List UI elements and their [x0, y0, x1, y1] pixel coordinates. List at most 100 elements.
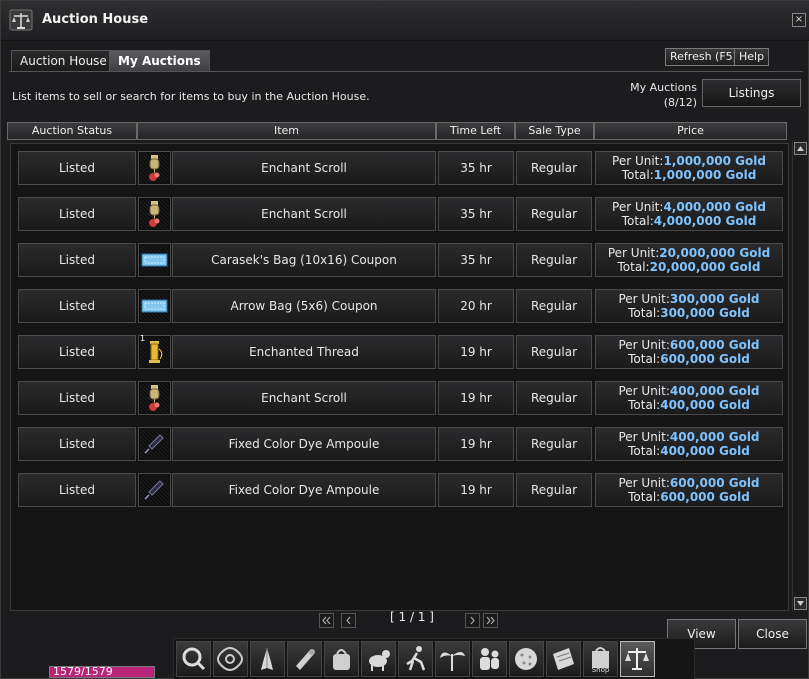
- per-unit-price: 600,000 Gold: [669, 338, 760, 352]
- hotbar-button[interactable]: [398, 641, 433, 677]
- table-row[interactable]: Listed Carasek's Bag (10x16) Coupon 35 h…: [13, 243, 785, 281]
- per-unit-label: Per Unit:: [618, 430, 670, 444]
- table-row[interactable]: Listed Fixed Color Dye Ampoule 19 hr Reg…: [13, 473, 785, 511]
- auction-status-cell: Listed: [18, 289, 136, 323]
- per-unit-label: Per Unit:: [618, 292, 670, 306]
- price-cell: Per Unit:400,000 Gold Total:400,000 Gold: [595, 427, 783, 461]
- tab-divider: [9, 71, 803, 72]
- bag-coupon-icon: [140, 291, 169, 321]
- sale-type-cell: Regular: [516, 427, 592, 461]
- table-row[interactable]: Listed Fixed Color Dye Ampoule 19 hr Reg…: [13, 427, 785, 465]
- my-auctions-count: My Auctions (8/12): [611, 80, 697, 110]
- column-price[interactable]: Price: [594, 122, 787, 140]
- item-name-cell: Enchant Scroll: [172, 197, 436, 231]
- total-label: Total:: [628, 444, 661, 458]
- item-icon-cell: 1: [138, 335, 171, 369]
- column-auction-status[interactable]: Auction Status: [7, 122, 137, 140]
- close-button[interactable]: Close: [738, 619, 807, 649]
- table-row[interactable]: Listed Enchant Scroll 35 hr Regular Per …: [13, 197, 785, 235]
- column-time-left[interactable]: Time Left: [436, 122, 515, 140]
- time-left-cell: 19 hr: [438, 473, 514, 507]
- time-left-cell: 35 hr: [438, 243, 514, 277]
- item-icon-cell: [138, 473, 171, 507]
- tab-auction-house[interactable]: Auction House: [11, 50, 116, 72]
- next-page-button[interactable]: [465, 613, 480, 628]
- party-people-icon: [473, 642, 506, 676]
- column-sale-type[interactable]: Sale Type: [515, 122, 594, 140]
- time-left-cell: 19 hr: [438, 381, 514, 415]
- first-page-button[interactable]: [319, 613, 334, 628]
- price-cell: Per Unit:400,000 Gold Total:400,000 Gold: [595, 381, 783, 415]
- hotbar-button[interactable]: [361, 641, 396, 677]
- item-name-cell: Arrow Bag (5x6) Coupon: [172, 289, 436, 323]
- praying-hands-icon: [251, 642, 284, 676]
- hotbar-button[interactable]: [176, 641, 211, 677]
- table-row[interactable]: Listed 1 Enchanted Thread 19 hr Regular …: [13, 335, 785, 373]
- hotbar-button[interactable]: [213, 641, 248, 677]
- previous-page-button[interactable]: [341, 613, 356, 628]
- enchant-scroll-icon: [140, 383, 169, 413]
- scroll-up-button[interactable]: [794, 142, 807, 155]
- tab-my-auctions[interactable]: My Auctions: [109, 50, 210, 72]
- per-unit-price: 600,000 Gold: [669, 476, 760, 490]
- list-scrollbar[interactable]: [792, 141, 807, 611]
- time-left-cell: 19 hr: [438, 427, 514, 461]
- refresh-button[interactable]: Refresh (F5): [665, 48, 742, 66]
- total-label: Total:: [628, 306, 661, 320]
- sale-type-cell: Regular: [516, 243, 592, 277]
- total-label: Total:: [628, 490, 661, 504]
- table-row[interactable]: Listed Arrow Bag (5x6) Coupon 20 hr Regu…: [13, 289, 785, 327]
- bag-icon: [325, 642, 358, 676]
- title-bar[interactable]: Auction House ×: [1, 1, 809, 41]
- item-icon-cell: [138, 151, 171, 185]
- per-unit-price: 20,000,000 Gold: [659, 246, 771, 260]
- bag-coupon-icon: [140, 245, 169, 275]
- hotbar-button[interactable]: Shop: [583, 641, 618, 677]
- scales-icon: [621, 642, 654, 676]
- last-page-button[interactable]: [483, 613, 498, 628]
- item-name-cell: Carasek's Bag (10x16) Coupon: [172, 243, 436, 277]
- per-unit-price: 4,000,000 Gold: [663, 200, 766, 214]
- hotbar-button[interactable]: [472, 641, 507, 677]
- hotbar-button[interactable]: [324, 641, 359, 677]
- auction-status-cell: Listed: [18, 151, 136, 185]
- per-unit-price: 400,000 Gold: [669, 384, 760, 398]
- per-unit-price: 300,000 Gold: [669, 292, 760, 306]
- listings-button[interactable]: Listings: [702, 79, 801, 107]
- double-chevron-left-icon: [322, 616, 331, 625]
- auction-status-cell: Listed: [18, 243, 136, 277]
- hotbar-button[interactable]: [620, 641, 655, 677]
- hotbar-button[interactable]: [250, 641, 285, 677]
- chevron-left-icon: [346, 616, 351, 625]
- column-item[interactable]: Item: [137, 122, 436, 140]
- help-button[interactable]: Help: [734, 48, 770, 66]
- close-window-button[interactable]: ×: [792, 13, 806, 27]
- page-indicator: [ 1 / 1 ]: [390, 610, 434, 624]
- per-unit-price: 1,000,000 Gold: [663, 154, 766, 168]
- running-figure-icon: [399, 642, 432, 676]
- scroll-down-button[interactable]: [794, 597, 807, 610]
- cookie-icon: [510, 642, 543, 676]
- hotbar-button[interactable]: [287, 641, 322, 677]
- time-left-cell: 20 hr: [438, 289, 514, 323]
- table-header: Auction Status Item Time Left Sale Type …: [7, 122, 787, 140]
- auction-status-cell: Listed: [18, 197, 136, 231]
- total-price: 400,000 Gold: [660, 398, 750, 412]
- total-label: Total:: [617, 260, 650, 274]
- per-unit-label: Per Unit:: [618, 338, 670, 352]
- dye-ampoule-icon: [140, 475, 169, 505]
- price-cell: Per Unit:600,000 Gold Total:600,000 Gold: [595, 335, 783, 369]
- chevron-right-icon: [470, 616, 475, 625]
- hotbar-button[interactable]: [435, 641, 470, 677]
- hotbar-button[interactable]: [509, 641, 544, 677]
- table-row[interactable]: Listed Enchant Scroll 35 hr Regular Per …: [13, 151, 785, 189]
- price-cell: Per Unit:20,000,000 Gold Total:20,000,00…: [595, 243, 783, 277]
- time-left-cell: 19 hr: [438, 335, 514, 369]
- hotbar-button[interactable]: [546, 641, 581, 677]
- item-icon-cell: [138, 197, 171, 231]
- knot-emblem-icon: [214, 642, 247, 676]
- total-price: 300,000 Gold: [660, 306, 750, 320]
- table-row[interactable]: Listed Enchant Scroll 19 hr Regular Per …: [13, 381, 785, 419]
- my-auctions-ratio: (8/12): [663, 96, 697, 109]
- price-cell: Per Unit:4,000,000 Gold Total:4,000,000 …: [595, 197, 783, 231]
